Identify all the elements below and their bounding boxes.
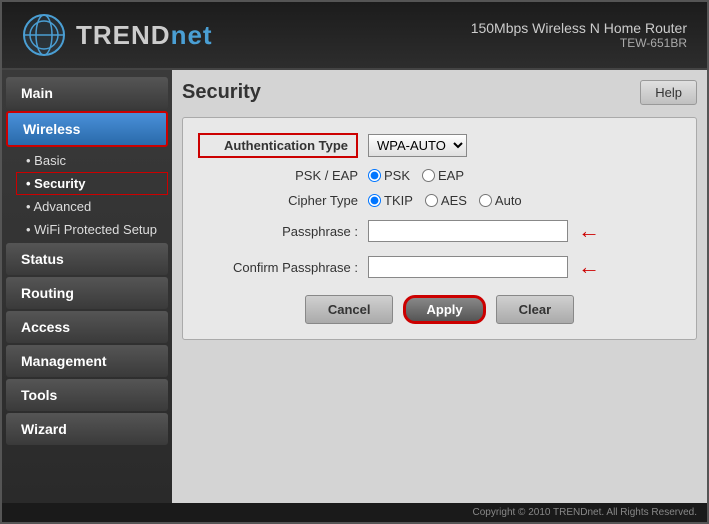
tkip-radio[interactable] — [368, 194, 381, 207]
psk-eap-label: PSK / EAP — [198, 168, 358, 183]
cipher-type-row: Cipher Type TKIP AES Auto — [198, 193, 681, 208]
psk-eap-row: PSK / EAP PSK EAP — [198, 168, 681, 183]
logo-area: TRENDnet — [22, 13, 213, 57]
tkip-label: TKIP — [384, 193, 413, 208]
sidebar-item-access[interactable]: Access — [6, 311, 168, 343]
aes-radio[interactable] — [425, 194, 438, 207]
sidebar-item-security[interactable]: • Security — [16, 172, 168, 195]
passphrase-row: Passphrase : ← — [198, 218, 681, 244]
logo-text: TRENDnet — [76, 20, 213, 51]
help-button[interactable]: Help — [640, 80, 697, 105]
sidebar-item-tools[interactable]: Tools — [6, 379, 168, 411]
confirm-passphrase-input[interactable] — [368, 256, 568, 278]
confirm-passphrase-row: Confirm Passphrase : ← — [198, 254, 681, 280]
sidebar-item-routing[interactable]: Routing — [6, 277, 168, 309]
copyright-text: Copyright © 2010 TRENDnet. All Rights Re… — [472, 507, 697, 518]
confirm-passphrase-label: Confirm Passphrase : — [198, 260, 358, 275]
tkip-radio-label[interactable]: TKIP — [368, 193, 413, 208]
auto-radio[interactable] — [479, 194, 492, 207]
eap-radio-label[interactable]: EAP — [422, 168, 464, 183]
psk-eap-radio-group: PSK EAP — [368, 168, 464, 183]
psk-radio[interactable] — [368, 169, 381, 182]
sidebar-item-status[interactable]: Status — [6, 243, 168, 275]
button-row: Cancel Apply Clear — [198, 295, 681, 324]
sidebar-item-wireless[interactable]: Wireless — [6, 111, 168, 147]
passphrase-label: Passphrase : — [198, 224, 358, 239]
sidebar: Main Wireless • Basic • Security • Advan… — [2, 70, 172, 503]
form-container: Authentication Type WPA-AUTO WPA WPA2 WE… — [182, 117, 697, 340]
auth-type-label: Authentication Type — [198, 133, 358, 158]
header: TRENDnet 150Mbps Wireless N Home Router … — [2, 2, 707, 70]
aes-label: AES — [441, 193, 467, 208]
sidebar-item-main[interactable]: Main — [6, 77, 168, 109]
sidebar-item-wizard[interactable]: Wizard — [6, 413, 168, 445]
cancel-button[interactable]: Cancel — [305, 295, 394, 324]
product-info: 150Mbps Wireless N Home Router TEW-651BR — [471, 20, 687, 50]
sidebar-item-basic[interactable]: • Basic — [16, 149, 168, 172]
cipher-type-label: Cipher Type — [198, 193, 358, 208]
confirm-passphrase-arrow-icon: ← — [578, 254, 600, 280]
psk-radio-label[interactable]: PSK — [368, 168, 410, 183]
psk-label: PSK — [384, 168, 410, 183]
product-model: TEW-651BR — [471, 36, 687, 50]
logo-icon — [22, 13, 66, 57]
passphrase-input[interactable] — [368, 220, 568, 242]
product-name: 150Mbps Wireless N Home Router — [471, 20, 687, 36]
auth-type-row: Authentication Type WPA-AUTO WPA WPA2 WE… — [198, 133, 681, 158]
content-area: Main Wireless • Basic • Security • Advan… — [2, 70, 707, 503]
passphrase-arrow-icon: ← — [578, 218, 600, 244]
auth-type-select[interactable]: WPA-AUTO WPA WPA2 WEP — [368, 134, 467, 157]
eap-label: EAP — [438, 168, 464, 183]
main-panel: Security Help Authentication Type WPA-AU… — [172, 70, 707, 503]
sidebar-item-advanced[interactable]: • Advanced — [16, 195, 168, 218]
cipher-radio-group: TKIP AES Auto — [368, 193, 522, 208]
auto-label: Auto — [495, 193, 522, 208]
footer: Copyright © 2010 TRENDnet. All Rights Re… — [2, 503, 707, 522]
sidebar-item-management[interactable]: Management — [6, 345, 168, 377]
page-title: Security — [182, 81, 261, 104]
aes-radio-label[interactable]: AES — [425, 193, 467, 208]
clear-button[interactable]: Clear — [496, 295, 575, 324]
auto-radio-label[interactable]: Auto — [479, 193, 522, 208]
sidebar-subnav-wireless: • Basic • Security • Advanced • WiFi Pro… — [6, 149, 168, 241]
sidebar-item-wifi-protected[interactable]: • WiFi Protected Setup — [16, 218, 168, 241]
eap-radio[interactable] — [422, 169, 435, 182]
apply-button[interactable]: Apply — [403, 295, 485, 324]
page-header: Security Help — [182, 80, 697, 105]
